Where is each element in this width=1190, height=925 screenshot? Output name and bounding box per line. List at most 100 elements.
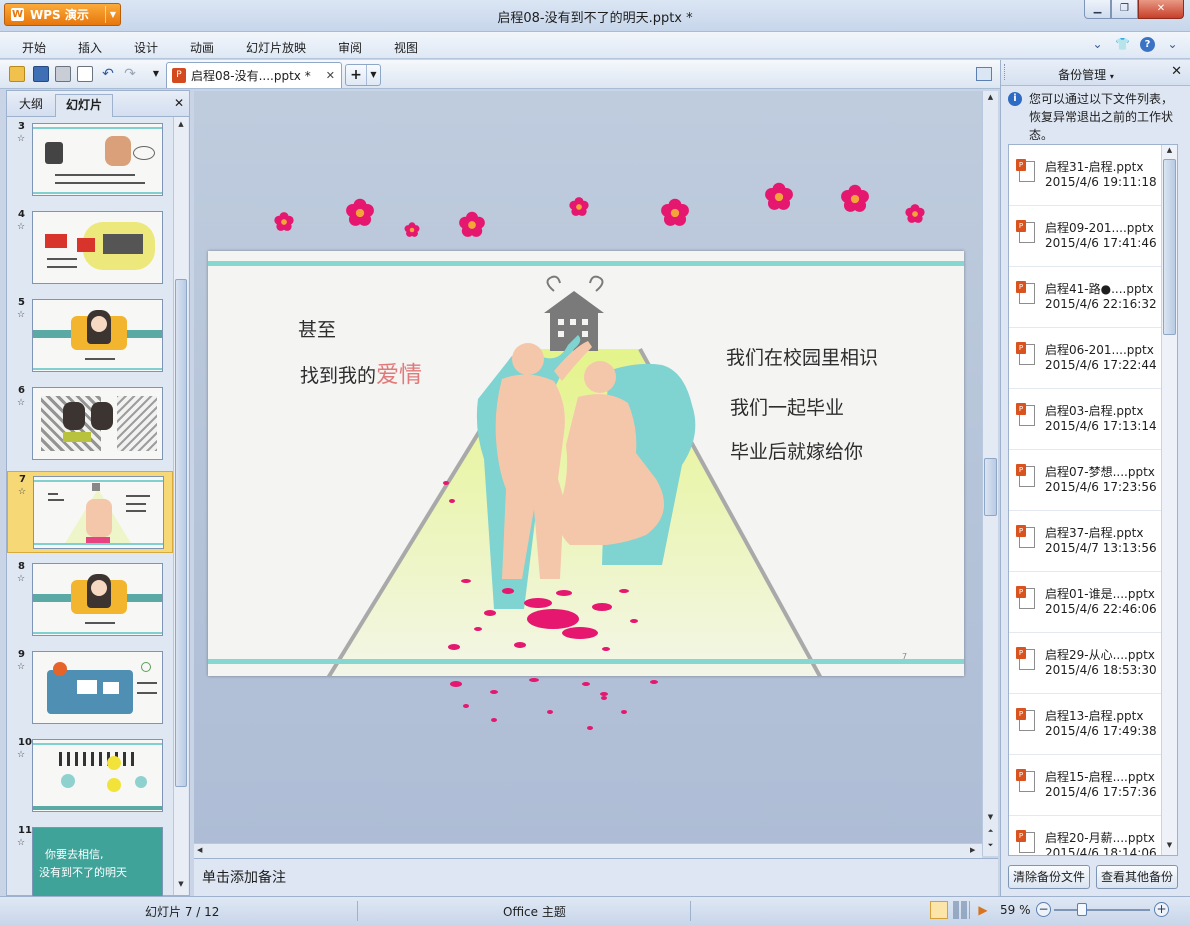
scroll-right-arrow-icon[interactable]: ▶ [970, 846, 975, 854]
chevron-down-icon[interactable]: ⌄ [1090, 37, 1105, 52]
close-icon[interactable]: ✕ [174, 96, 184, 110]
slide-preview [33, 476, 164, 549]
backup-file-item[interactable]: P 启程31-启程.pptx 2015/4/6 19:11:18 [1009, 145, 1161, 206]
tab-slides[interactable]: 幻灯片 [55, 94, 114, 117]
slides-panel-tabs: 大纲 幻灯片 ✕ [7, 91, 189, 117]
menu-slideshow[interactable]: 幻灯片放映 [246, 39, 306, 56]
open-folder-icon[interactable] [9, 66, 25, 82]
menu-design[interactable]: 设计 [134, 39, 158, 56]
close-tab-icon[interactable]: ✕ [326, 69, 335, 82]
minimize-button[interactable]: ▁ [1084, 0, 1111, 19]
current-slide[interactable]: 甚至 找到我的爱情 我们在校园里相识 我们一起毕业 毕业后就嫁给你 7 [208, 251, 964, 676]
slide-text-right-3[interactable]: 毕业后就嫁给你 [730, 437, 863, 464]
tab-outline[interactable]: 大纲 [9, 94, 53, 117]
slide-thumbnail-list: 3 ☆ 4 ☆ 5 ☆ 6 ☆ 7 ☆ 8 ☆ 9 ☆ 10 ☆ 11 ☆ 你要… [7, 117, 173, 897]
menu-animation[interactable]: 动画 [190, 39, 214, 56]
scrollbar-thumb[interactable] [984, 458, 997, 516]
slide-thumbnail-10[interactable]: 10 ☆ [7, 735, 173, 817]
slide-thumbnail-3[interactable]: 3 ☆ [7, 119, 173, 201]
backup-file-item[interactable]: P 启程09-201....pptx 2015/4/6 17:41:46 [1009, 206, 1161, 267]
backup-panel-title[interactable]: 备份管理 ▾ [1001, 66, 1171, 83]
save-icon[interactable] [33, 66, 49, 82]
customize-toolbar-dropdown[interactable]: ▼ [148, 66, 164, 82]
slide-thumbnail-8[interactable]: 8 ☆ [7, 559, 173, 641]
restore-button[interactable]: ❐ [1111, 0, 1138, 19]
scroll-down-arrow-icon[interactable]: ▼ [983, 813, 998, 821]
menu-right-tools: ⌄ 👕 ? ⌄ [1090, 37, 1180, 52]
slides-panel-scrollbar[interactable]: ▲ ▼ [173, 117, 188, 895]
help-icon[interactable]: ? [1140, 37, 1155, 52]
scroll-left-arrow-icon[interactable]: ◀ [197, 846, 202, 854]
slide-text-left-1[interactable]: 甚至 [298, 315, 336, 342]
close-window-button[interactable]: ✕ [1138, 0, 1184, 19]
slide-text-right-1[interactable]: 我们在校园里相识 [726, 343, 878, 370]
notes-placeholder[interactable]: 单击添加备注 [202, 867, 286, 887]
text-line [55, 174, 135, 176]
slide-text-left-2[interactable]: 找到我的爱情 [300, 355, 422, 389]
normal-view-icon[interactable] [930, 901, 948, 919]
scroll-down-arrow-icon[interactable]: ▼ [174, 877, 188, 891]
next-slide-icon[interactable]: ⏷ [983, 841, 998, 850]
backup-file-item[interactable]: P 启程01-谁是....pptx 2015/4/6 22:46:06 [1009, 572, 1161, 633]
slide-thumbnail-5[interactable]: 5 ☆ [7, 295, 173, 377]
redo-icon[interactable]: ↷ [122, 66, 138, 82]
backup-file-item[interactable]: P 启程29-从心....pptx 2015/4/6 18:53:30 [1009, 633, 1161, 694]
menu-review[interactable]: 审阅 [338, 39, 362, 56]
chevron-down-icon[interactable]: ⌄ [1165, 37, 1180, 52]
app-menu-button[interactable]: W WPS 演示 ▼ [4, 3, 121, 26]
zoom-in-icon[interactable]: + [1154, 902, 1169, 917]
document-tab[interactable]: P 启程08-没有....pptx * ✕ [166, 62, 342, 88]
zoom-slider-track[interactable] [1054, 909, 1150, 911]
backup-file-item[interactable]: P 启程20-月薪....pptx 2015/4/6 18:14:06 [1009, 816, 1161, 855]
close-icon[interactable]: ✕ [1171, 64, 1182, 79]
menu-view[interactable]: 视图 [394, 39, 418, 56]
chevron-down-icon[interactable]: ▼ [366, 65, 380, 85]
scroll-up-arrow-icon[interactable]: ▲ [983, 93, 998, 101]
slide-thumbnail-11[interactable]: 11 ☆ 你要去相信, 没有到不了的明天 [7, 823, 173, 897]
previous-slide-icon[interactable]: ⏶ [983, 827, 998, 836]
slide-thumbnail-4[interactable]: 4 ☆ [7, 207, 173, 289]
zoom-level[interactable]: 59 % [1000, 903, 1031, 917]
slide-thumbnail-7[interactable]: 7 ☆ [7, 471, 173, 553]
menu-insert[interactable]: 插入 [78, 39, 102, 56]
tab-layout-icon[interactable] [976, 67, 992, 81]
menu-home[interactable]: 开始 [22, 39, 46, 56]
main-horizontal-scrollbar[interactable]: ◀ ▶ [194, 843, 982, 858]
scrollbar-thumb[interactable] [175, 279, 187, 787]
new-tab-button[interactable]: + ▼ [345, 64, 381, 86]
backup-file-item[interactable]: P 启程15-启程....pptx 2015/4/6 17:57:36 [1009, 755, 1161, 816]
backup-file-date: 2015/4/6 17:22:44 [1045, 358, 1157, 372]
backup-file-item[interactable]: P 启程06-201....pptx 2015/4/6 17:22:44 [1009, 328, 1161, 389]
print-icon[interactable] [55, 66, 71, 82]
slide-thumbnail-9[interactable]: 9 ☆ [7, 647, 173, 729]
zoom-out-icon[interactable]: − [1036, 902, 1051, 917]
slide-thumbnail-6[interactable]: 6 ☆ [7, 383, 173, 465]
notes-pane[interactable]: 单击添加备注 [194, 858, 998, 896]
zoom-slider-thumb[interactable] [1077, 903, 1087, 916]
theme-name[interactable]: Office 主题 [503, 903, 566, 920]
animation-star-icon: ☆ [17, 398, 26, 408]
backup-file-item[interactable]: P 启程07-梦想....pptx 2015/4/6 17:23:56 [1009, 450, 1161, 511]
slide-text-right-2[interactable]: 我们一起毕业 [730, 393, 844, 420]
scroll-up-arrow-icon[interactable]: ▲ [1162, 146, 1177, 154]
scroll-down-arrow-icon[interactable]: ▼ [1162, 841, 1177, 849]
backup-file-name: 启程06-201....pptx [1045, 343, 1154, 357]
view-other-backups-button[interactable]: 查看其他备份 [1096, 865, 1179, 889]
clear-backup-button[interactable]: 清除备份文件 [1008, 865, 1091, 889]
backup-file-item[interactable]: P 启程37-启程.pptx 2015/4/7 13:13:56 [1009, 511, 1161, 572]
skin-icon[interactable]: 👕 [1115, 37, 1130, 52]
scroll-up-arrow-icon[interactable]: ▲ [174, 117, 188, 131]
animation-star-icon: ☆ [18, 487, 27, 497]
backup-file-item[interactable]: P 启程03-启程.pptx 2015/4/6 17:13:14 [1009, 389, 1161, 450]
quick-access-toolbar: ↶ ↷ ▼ P 启程08-没有....pptx * ✕ + ▼ [0, 60, 1000, 89]
backup-list-scrollbar[interactable]: ▲ ▼ [1161, 145, 1177, 855]
undo-icon[interactable]: ↶ [100, 66, 116, 82]
slide-sorter-view-icon[interactable] [952, 901, 970, 919]
backup-file-item[interactable]: P 启程41-路●....pptx 2015/4/6 22:16:32 [1009, 267, 1161, 328]
main-vertical-scrollbar[interactable]: ▲ ▼ ⏶ ⏷ [982, 91, 998, 856]
clock-shape [141, 662, 151, 672]
slideshow-play-icon[interactable]: ▶ [974, 901, 992, 919]
scrollbar-thumb[interactable] [1163, 159, 1176, 335]
print-preview-icon[interactable] [77, 66, 93, 82]
backup-file-item[interactable]: P 启程13-启程.pptx 2015/4/6 17:49:38 [1009, 694, 1161, 755]
